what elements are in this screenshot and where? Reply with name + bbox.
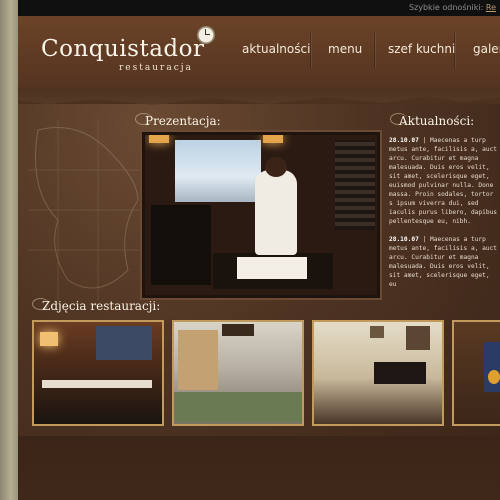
frame (406, 326, 430, 350)
ceiling-light (149, 135, 169, 143)
quick-link[interactable]: Re (486, 3, 496, 12)
quick-links: Szybkie odnośniki: Re (409, 3, 496, 12)
lamp (40, 332, 58, 346)
clock-icon (197, 26, 215, 44)
frame (370, 326, 384, 338)
dark-chairs (151, 205, 211, 285)
table-cloth (42, 380, 152, 388)
nav-item-chef[interactable]: szef kuchni (388, 42, 455, 56)
page: Szybkie odnośniki: Re Conquistador resta… (0, 0, 500, 500)
gallery-photo-dining-room[interactable] (32, 320, 164, 426)
terrace-plants (174, 392, 302, 422)
presentation-title: Prezentacja: (145, 114, 221, 128)
brand-logo[interactable]: Conquistador (41, 36, 204, 62)
nav-separator (454, 32, 455, 68)
news-item: 28.10.07 | Maecenas a turp metus ante, f… (389, 235, 500, 289)
left-decorative-strip (0, 0, 18, 500)
guest-head (265, 157, 287, 177)
building-wall (178, 330, 218, 390)
footer-band (18, 436, 500, 500)
nav-separator (310, 32, 311, 68)
news-list: 28.10.07 | Maecenas a turp metus ante, f… (389, 136, 500, 289)
gallery-photo-musician[interactable] (452, 320, 500, 426)
nav-item-news[interactable]: aktualności (242, 42, 310, 56)
chairs (374, 362, 426, 384)
musician (484, 342, 500, 392)
quick-links-label: Szybkie odnośniki: (408, 3, 484, 12)
nav-item-gallery[interactable]: galeri (473, 42, 500, 56)
brand-tagline: restauracja (119, 63, 193, 73)
guest-figure (255, 170, 297, 255)
window-blinds (335, 140, 375, 230)
gallery-photo-entrance[interactable] (172, 320, 304, 426)
nav-item-menu[interactable]: menu (328, 42, 362, 56)
main-nav: aktualności menu szef kuchni galeri (225, 32, 500, 70)
tablecloth (237, 257, 307, 279)
news-date: 28.10.07 (389, 236, 419, 243)
ceiling-light (263, 135, 283, 143)
news-date: 28.10.07 (389, 137, 419, 144)
news-text: | Maecenas a turp metus ante, facilisis … (389, 236, 498, 288)
painting (96, 326, 152, 360)
top-bar: Szybkie odnośniki: Re (18, 0, 500, 16)
presentation-photo[interactable] (142, 132, 380, 298)
news-title: Aktualności: (399, 114, 475, 128)
news-text: | Maecenas a turp metus ante, facilisis … (389, 137, 498, 225)
nav-separator (374, 32, 375, 68)
gallery-photo-interior[interactable] (312, 320, 444, 426)
news-item: 28.10.07 | Maecenas a turp metus ante, f… (389, 136, 500, 226)
world-map-decoration (28, 120, 148, 300)
sign (222, 324, 254, 336)
projection-screen (175, 140, 261, 202)
gallery-title: Zdjęcia restauracji: (42, 299, 161, 313)
guitar (488, 370, 500, 384)
